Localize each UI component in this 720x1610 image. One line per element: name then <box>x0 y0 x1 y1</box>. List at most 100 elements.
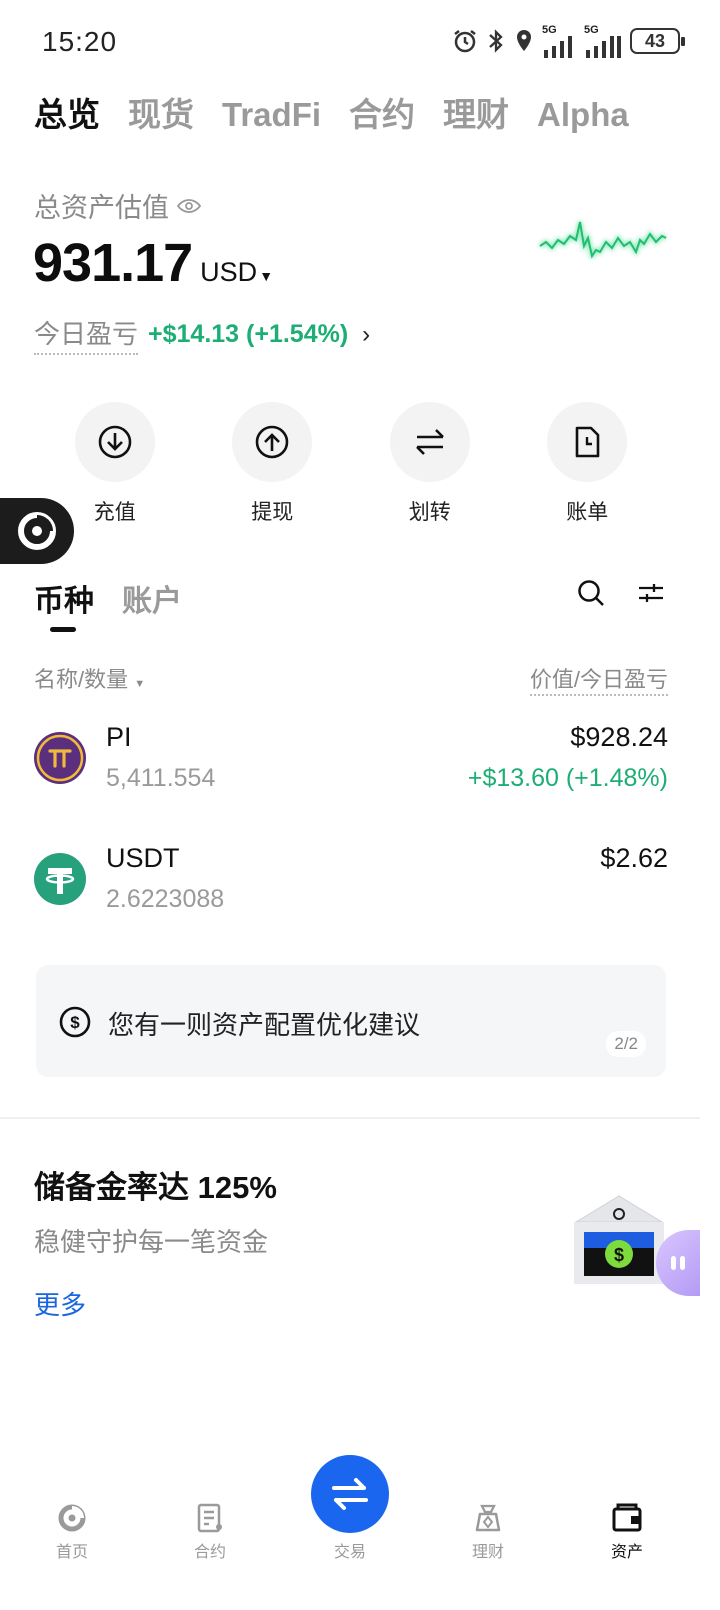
tab-active-indicator <box>50 627 76 632</box>
nav-contract[interactable]: 合约 <box>170 1502 250 1562</box>
list-header-left: 名称/数量 <box>34 667 129 692</box>
total-asset-label: 总资产估值 <box>34 186 201 225</box>
withdraw-label: 提现 <box>251 501 294 524</box>
deposit-label: 充值 <box>93 501 136 524</box>
today-pnl-value: +$14.13 (+1.54%) <box>148 320 349 348</box>
total-asset-label-text: 总资产估值 <box>34 193 169 223</box>
app-logo-icon <box>18 512 56 550</box>
search-icon[interactable] <box>576 578 606 608</box>
nav-assets[interactable]: 资产 <box>587 1502 667 1562</box>
tab-coins[interactable]: 币种 <box>34 576 94 620</box>
caret-down-icon: ▼ <box>259 268 274 284</box>
bill-label: 账单 <box>566 501 609 524</box>
coin-value: $2.62 <box>600 843 668 873</box>
tab-alpha[interactable]: Alpha <box>537 96 629 134</box>
coin-quantity: 5,411.554 <box>106 764 216 792</box>
transfer-icon-wrap <box>389 402 470 482</box>
bottom-navigation: 首页 合约 交易 理财 资产 <box>0 1450 720 1610</box>
alarm-icon <box>454 30 476 53</box>
coin-value: $928.24 <box>570 722 668 752</box>
currency-selector[interactable]: USD ▼ <box>200 257 273 288</box>
bill-icon <box>575 426 600 458</box>
coin-quantity: 2.6223088 <box>106 885 225 913</box>
reserve-subtitle: 稳健守护每一笔资金 <box>34 1227 269 1257</box>
trade-icon <box>332 1478 368 1510</box>
nav-earn-label: 理财 <box>471 1544 504 1561</box>
tab-earn[interactable]: 理财 <box>443 88 509 136</box>
battery-indicator: 43 <box>630 28 685 54</box>
svg-text:$: $ <box>70 1013 80 1032</box>
bank-vault-illustration: $ <box>574 1195 664 1284</box>
quick-actions: 充值 提现 划转 账单 <box>36 402 666 526</box>
sort-by-name[interactable]: 名称/数量 ▼ <box>34 662 145 696</box>
assets-icon <box>612 1503 642 1532</box>
battery-level: 43 <box>644 30 666 51</box>
svg-text:$: $ <box>614 1245 624 1265</box>
nav-trade-label: 交易 <box>333 1544 366 1561</box>
withdraw-icon <box>255 425 289 459</box>
tab-overview[interactable]: 总览 <box>34 88 100 136</box>
bluetooth-icon <box>489 29 503 53</box>
tab-spot[interactable]: 现货 <box>128 88 194 136</box>
usdt-coin-icon <box>34 853 86 905</box>
nav-home[interactable]: 首页 <box>32 1502 112 1562</box>
transfer-button[interactable]: 划转 <box>351 402 509 526</box>
network-label-1: 5G <box>542 23 557 36</box>
suggestion-page-indicator: 2/2 <box>606 1031 646 1057</box>
home-icon <box>58 1504 86 1532</box>
nav-assets-label: 资产 <box>610 1544 643 1561</box>
deposit-icon-wrap <box>74 402 155 482</box>
asset-sparkline[interactable] <box>536 212 668 274</box>
total-asset-value: 931.17 USD ▼ <box>33 232 273 294</box>
asset-tabs: 币种 账户 <box>34 576 182 620</box>
chat-eye-icon <box>671 1256 676 1270</box>
nav-trade-button[interactable] <box>311 1455 389 1533</box>
dollar-circle-icon: $ <box>59 1006 91 1038</box>
list-header-right[interactable]: 价值/今日盈亏 <box>529 662 668 696</box>
withdraw-button[interactable]: 提现 <box>194 402 352 526</box>
coin-name: PI <box>106 722 132 752</box>
allocation-suggestion-card[interactable]: $ 您有一则资产配置优化建议 2/2 <box>36 965 666 1077</box>
bill-icon-wrap <box>547 402 628 482</box>
tab-futures[interactable]: 合约 <box>349 88 415 136</box>
coin-row-usdt[interactable]: USDT 2.6223088 $2.62 <box>34 843 668 943</box>
top-tabs: 总览 现货 TradFi 合约 理财 Alpha <box>34 88 629 136</box>
eye-icon[interactable] <box>177 198 201 214</box>
caret-down-icon: ▼ <box>134 678 146 690</box>
suggestion-text: 您有一则资产配置优化建议 <box>108 1010 421 1040</box>
status-icons: 5G 5G 43 <box>452 23 685 58</box>
pi-coin-icon <box>34 732 86 784</box>
coin-row-pi[interactable]: PI 5,411.554 $928.24 +$13.60 (+1.48%) <box>34 722 668 822</box>
filter-icon[interactable] <box>636 578 666 608</box>
reserve-more-link[interactable]: 更多 <box>34 1285 86 1322</box>
bill-button[interactable]: 账单 <box>509 402 667 526</box>
signal-1: 5G <box>542 23 576 58</box>
pi-coin-logo <box>36 734 84 782</box>
contract-icon <box>197 1503 222 1533</box>
today-pnl-label: 今日盈亏 <box>34 314 139 355</box>
coin-name: USDT <box>106 843 180 873</box>
tab-accounts[interactable]: 账户 <box>122 576 182 620</box>
coin-pnl: +$13.60 (+1.48%) <box>467 764 668 792</box>
transfer-label: 划转 <box>408 501 451 524</box>
tab-tradfi[interactable]: TradFi <box>222 96 321 134</box>
chat-eye-icon <box>680 1256 685 1270</box>
status-bar: 15:20 5G 5G 43 <box>0 0 720 80</box>
nav-home-label: 首页 <box>55 1544 88 1561</box>
chevron-right-icon: › <box>362 320 371 348</box>
total-asset-number: 931.17 <box>33 233 193 293</box>
section-divider <box>0 1117 700 1119</box>
currency-label: USD <box>200 257 258 287</box>
nav-contract-label: 合约 <box>193 1544 226 1561</box>
network-label-2: 5G <box>584 23 599 36</box>
floating-assistant-button[interactable] <box>0 498 74 564</box>
today-pnl[interactable]: 今日盈亏 +$14.13 (+1.54%) › <box>34 314 370 355</box>
earn-icon <box>475 1504 501 1532</box>
deposit-icon <box>98 425 132 459</box>
nav-earn[interactable]: 理财 <box>448 1502 528 1562</box>
asset-list-header: 名称/数量 ▼ 价值/今日盈亏 <box>34 662 668 696</box>
signal-bars-icon <box>586 35 621 58</box>
signal-bars-icon <box>544 35 572 58</box>
location-icon <box>517 30 531 51</box>
withdraw-icon-wrap <box>232 402 313 482</box>
